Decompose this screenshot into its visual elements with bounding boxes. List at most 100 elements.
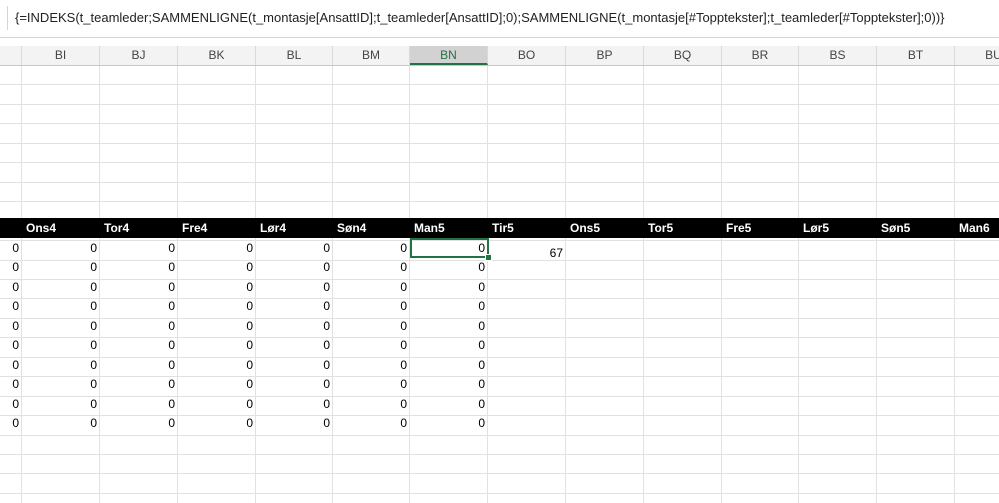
column-header-bq[interactable]: BQ: [644, 46, 722, 65]
table-cell[interactable]: 0: [22, 257, 100, 276]
table-cell[interactable]: 0: [178, 277, 256, 296]
table-cell[interactable]: 0: [333, 257, 410, 276]
table-header-8[interactable]: Tor5: [644, 218, 722, 238]
table-header-12[interactable]: Man6: [955, 218, 999, 238]
column-header-bu[interactable]: BU: [955, 46, 999, 65]
table-cell[interactable]: 0: [22, 335, 100, 354]
table-header-7[interactable]: Ons5: [566, 218, 644, 238]
table-cell[interactable]: 0: [410, 238, 488, 257]
table-cell[interactable]: 0: [178, 394, 256, 413]
table-cell[interactable]: 0: [256, 335, 333, 354]
table-header-5[interactable]: Man5: [410, 218, 488, 238]
table-cell[interactable]: 0: [22, 413, 100, 432]
table-cell[interactable]: 0: [0, 413, 22, 432]
column-header-bj[interactable]: BJ: [100, 46, 178, 65]
column-header-bt[interactable]: BT: [877, 46, 955, 65]
table-cell[interactable]: 0: [410, 355, 488, 374]
table-cell[interactable]: 0: [256, 238, 333, 257]
column-header-br[interactable]: BR: [722, 46, 799, 65]
column-header-bp[interactable]: BP: [566, 46, 644, 65]
table-cell[interactable]: 0: [100, 238, 178, 257]
select-all-corner[interactable]: [0, 46, 22, 65]
table-cell[interactable]: 0: [100, 257, 178, 276]
table-cell[interactable]: 0: [410, 277, 488, 296]
table-cell[interactable]: 0: [178, 335, 256, 354]
table-cell[interactable]: 0: [100, 296, 178, 315]
table-cell[interactable]: 0: [333, 413, 410, 432]
table-cell[interactable]: 0: [100, 355, 178, 374]
table-cell[interactable]: 0: [22, 296, 100, 315]
table-header-10[interactable]: Lør5: [799, 218, 877, 238]
table-cell[interactable]: 0: [22, 355, 100, 374]
table-cell[interactable]: 0: [0, 296, 22, 315]
column-header-bn[interactable]: BN: [410, 46, 488, 65]
table-cell[interactable]: 0: [410, 296, 488, 315]
table-cell[interactable]: 0: [333, 238, 410, 257]
table-cell[interactable]: 0: [178, 355, 256, 374]
table-header-1[interactable]: Tor4: [100, 218, 178, 238]
table-header-0[interactable]: Ons4: [22, 218, 100, 238]
table-cell[interactable]: 0: [256, 316, 333, 335]
table-cell[interactable]: 0: [410, 316, 488, 335]
table-cell[interactable]: 0: [333, 296, 410, 315]
table-cell[interactable]: 0: [100, 335, 178, 354]
column-header-bm[interactable]: BM: [333, 46, 410, 65]
table-cell[interactable]: 0: [22, 277, 100, 296]
table-cell[interactable]: 0: [0, 257, 22, 276]
table-cell[interactable]: 0: [256, 257, 333, 276]
table-cell[interactable]: 0: [100, 316, 178, 335]
table-cell[interactable]: 0: [256, 413, 333, 432]
table-cell[interactable]: 0: [256, 355, 333, 374]
table-header-6[interactable]: Tir5: [488, 218, 566, 238]
table-cell[interactable]: 0: [178, 413, 256, 432]
table-cell[interactable]: 0: [0, 355, 22, 374]
table-cell[interactable]: 0: [0, 238, 22, 257]
table-header-2[interactable]: Fre4: [178, 218, 256, 238]
table-cell[interactable]: 0: [410, 335, 488, 354]
column-header-bs[interactable]: BS: [799, 46, 877, 65]
table-cell[interactable]: 0: [256, 374, 333, 393]
column-header-bo[interactable]: BO: [488, 46, 566, 65]
table-cell[interactable]: 0: [410, 394, 488, 413]
table-cell[interactable]: 0: [22, 238, 100, 257]
table-cell[interactable]: 0: [178, 316, 256, 335]
table-cell[interactable]: 0: [178, 296, 256, 315]
table-cell[interactable]: 0: [0, 277, 22, 296]
table-cell[interactable]: 0: [100, 374, 178, 393]
table-cell[interactable]: 0: [256, 277, 333, 296]
gridline-horizontal: [0, 473, 999, 474]
table-cell[interactable]: 0: [0, 316, 22, 335]
formula-text[interactable]: {=INDEKS(t_teamleder;SAMMENLIGNE(t_monta…: [15, 10, 945, 25]
column-header-bi[interactable]: BI: [22, 46, 100, 65]
table-cell[interactable]: 0: [333, 394, 410, 413]
table-cell[interactable]: 0: [333, 335, 410, 354]
formula-bar[interactable]: {=INDEKS(t_teamleder;SAMMENLIGNE(t_monta…: [0, 0, 999, 38]
table-cell[interactable]: 0: [0, 394, 22, 413]
table-cell[interactable]: 0: [0, 374, 22, 393]
column-header-bk[interactable]: BK: [178, 46, 256, 65]
table-cell[interactable]: 0: [22, 394, 100, 413]
table-cell[interactable]: 0: [100, 394, 178, 413]
table-header-9[interactable]: Fre5: [722, 218, 799, 238]
table-cell[interactable]: 0: [333, 277, 410, 296]
table-cell[interactable]: 0: [100, 413, 178, 432]
table-cell[interactable]: 0: [22, 374, 100, 393]
table-cell[interactable]: 0: [178, 257, 256, 276]
table-cell[interactable]: 0: [333, 355, 410, 374]
table-cell[interactable]: 0: [100, 277, 178, 296]
table-header-11[interactable]: Søn5: [877, 218, 955, 238]
table-cell[interactable]: 0: [178, 374, 256, 393]
table-header-4[interactable]: Søn4: [333, 218, 410, 238]
table-cell[interactable]: 0: [333, 374, 410, 393]
table-cell[interactable]: 0: [410, 413, 488, 432]
table-cell[interactable]: 0: [256, 296, 333, 315]
table-cell[interactable]: 0: [178, 238, 256, 257]
table-cell[interactable]: 0: [22, 316, 100, 335]
table-cell[interactable]: 0: [256, 394, 333, 413]
table-header-3[interactable]: Lør4: [256, 218, 333, 238]
table-cell[interactable]: 0: [0, 335, 22, 354]
table-cell[interactable]: 0: [333, 316, 410, 335]
column-header-bl[interactable]: BL: [256, 46, 333, 65]
table-cell[interactable]: 0: [410, 257, 488, 276]
table-cell[interactable]: 0: [410, 374, 488, 393]
